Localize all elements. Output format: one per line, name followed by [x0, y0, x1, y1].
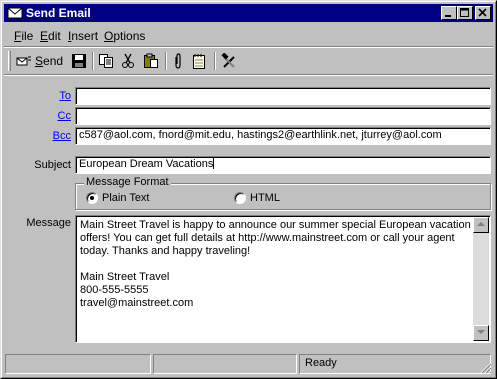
bcc-label[interactable]: Bcc	[42, 130, 71, 143]
toolbar-grip[interactable]	[8, 51, 11, 71]
scroll-up-button[interactable]	[473, 217, 489, 233]
html-radio[interactable]: HTML	[234, 192, 280, 204]
status-panel-1	[5, 354, 151, 374]
subject-label: Subject	[34, 159, 71, 171]
cut-icon	[122, 53, 134, 68]
menu-bar: File Edit Insert Options	[4, 26, 493, 46]
plain-text-radio[interactable]: Plain Text	[86, 192, 150, 204]
subject-value: European Dream Vacations	[79, 158, 214, 170]
message-format-legend: Message Format	[84, 176, 171, 189]
menu-options-key: O	[104, 29, 114, 43]
send-label-key: S	[35, 54, 44, 68]
save-icon	[72, 54, 86, 68]
message-body: Main Street Travel is happy to announce …	[80, 219, 471, 309]
resize-grip-icon[interactable]	[480, 362, 492, 374]
send-icon	[16, 56, 31, 66]
arrow-up-icon	[477, 222, 485, 226]
attach-icon	[175, 53, 181, 69]
message-textarea[interactable]: Main Street Travel is happy to announce …	[75, 215, 491, 343]
maximize-button[interactable]	[457, 6, 473, 20]
toolbar-separator	[165, 52, 167, 70]
message-format-group: Message Format Plain Text HTML	[75, 176, 491, 210]
message-label: Message	[26, 217, 71, 229]
toolbar: Send	[4, 49, 493, 73]
status-panel-2	[153, 354, 297, 374]
scroll-down-button[interactable]	[473, 325, 489, 341]
save-button[interactable]	[71, 52, 87, 70]
tools-button[interactable]	[221, 52, 237, 70]
menu-separator	[4, 46, 493, 48]
close-button[interactable]	[475, 6, 491, 20]
tools-icon	[221, 53, 235, 68]
message-scrollbar[interactable]	[473, 217, 489, 341]
plain-text-label: Plain Text	[102, 192, 150, 204]
menu-file-label: ile	[21, 29, 34, 43]
title-bar[interactable]: Send Email	[4, 4, 493, 22]
menu-options-label: ptions	[113, 29, 146, 43]
cc-label[interactable]: Cc	[42, 110, 71, 123]
text-cursor	[213, 157, 215, 169]
menu-insert[interactable]: Insert	[68, 29, 98, 43]
toolbar-separator-line	[4, 74, 493, 76]
envelope-icon	[7, 6, 23, 20]
send-email-window: Send Email File Edit Insert Options Send	[0, 0, 497, 379]
status-panel-ready: Ready	[299, 354, 491, 374]
paste-icon	[144, 53, 158, 68]
toolbar-separator	[92, 52, 94, 70]
maximize-icon	[460, 8, 469, 17]
send-label-rest: end	[43, 54, 64, 68]
toolbar-separator	[214, 52, 216, 70]
cc-field[interactable]	[75, 107, 491, 125]
attach-button[interactable]	[172, 52, 184, 70]
notepad-button[interactable]	[192, 52, 206, 70]
subject-field[interactable]: European Dream Vacations	[75, 156, 491, 174]
window-title: Send Email	[26, 6, 91, 20]
paste-button[interactable]	[143, 52, 159, 70]
radio-selected-icon	[86, 192, 98, 204]
bcc-field[interactable]: c587@aol.com, fnord@mit.edu, hastings2@e…	[75, 127, 491, 145]
menu-edit[interactable]: Edit	[40, 29, 61, 43]
close-icon	[478, 8, 487, 17]
menu-insert-label: nsert	[71, 29, 99, 43]
copy-button[interactable]	[98, 52, 114, 70]
status-bar: Ready	[4, 353, 493, 375]
cut-button[interactable]	[121, 52, 135, 70]
notepad-icon	[193, 54, 205, 69]
arrow-down-icon	[477, 330, 485, 334]
send-button[interactable]: Send	[16, 52, 63, 70]
window-frame: Send Email File Edit Insert Options Send	[1, 1, 496, 378]
menu-edit-label: dit	[48, 29, 61, 43]
copy-icon	[99, 54, 113, 68]
menu-options[interactable]: Options	[104, 29, 145, 43]
minimize-button[interactable]	[441, 6, 457, 20]
bcc-value: c587@aol.com, fnord@mit.edu, hastings2@e…	[79, 129, 442, 141]
menu-file[interactable]: File	[14, 29, 33, 43]
minimize-icon	[445, 15, 451, 17]
send-label: Send	[35, 54, 63, 68]
to-label[interactable]: To	[42, 90, 71, 103]
menu-edit-key: E	[40, 29, 49, 43]
html-label: HTML	[250, 192, 280, 204]
to-field[interactable]	[75, 87, 491, 105]
radio-unselected-icon	[234, 192, 246, 204]
